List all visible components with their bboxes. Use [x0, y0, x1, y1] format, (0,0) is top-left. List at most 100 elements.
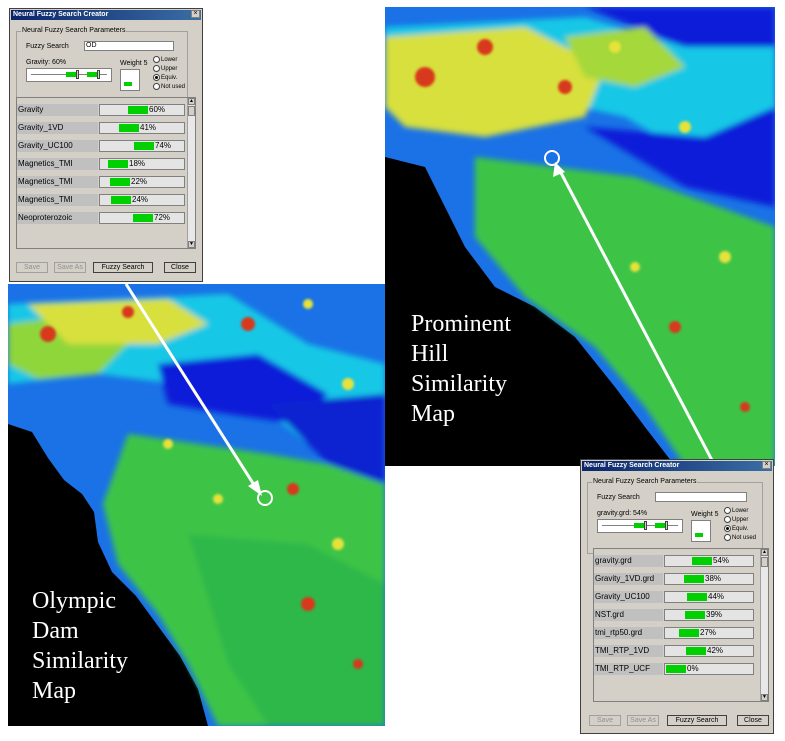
scroll-down-icon[interactable]: ▼	[761, 694, 768, 701]
fuzzy-search-input[interactable]	[655, 492, 747, 502]
weight-label: Weight 5	[691, 511, 719, 518]
radio-lower[interactable]: Lower	[153, 56, 177, 64]
similarity-bar	[685, 611, 705, 619]
scroll-up-icon[interactable]: ▲	[761, 549, 768, 556]
similarity-cell[interactable]: 42%	[664, 645, 754, 657]
save-as-button[interactable]: Save As	[627, 715, 659, 726]
slider-thumb-right[interactable]	[665, 521, 668, 530]
similarity-percent: 42%	[707, 646, 724, 655]
variable-name: tmi_rtp50.grd	[594, 627, 663, 639]
similarity-bar	[108, 160, 128, 168]
similarity-bar	[679, 629, 699, 637]
prominent-map-label: Prominent Hill Similarity Map	[411, 311, 511, 427]
radio-equiv[interactable]: Equiv.	[724, 525, 748, 533]
dialog-titlebar: Neural Fuzzy Search Creator	[11, 10, 201, 20]
close-button[interactable]: Close	[164, 262, 196, 273]
similarity-cell[interactable]: 60%	[99, 104, 185, 116]
weight-box[interactable]	[120, 69, 140, 91]
variable-name: TMI_RTP_UCF	[594, 663, 663, 675]
similarity-cell[interactable]: 27%	[664, 627, 754, 639]
similarity-cell[interactable]: 54%	[664, 555, 754, 567]
gravity-label: gravity.grd: 54%	[597, 510, 648, 517]
similarity-percent: 72%	[154, 213, 171, 222]
similarity-bar	[133, 214, 153, 222]
olympic-map-label: Olympic Dam Similarity Map	[32, 588, 128, 704]
similarity-percent: 24%	[132, 195, 149, 204]
variable-name: NST.grd	[594, 609, 663, 621]
similarity-cell[interactable]: 18%	[99, 158, 185, 170]
fuzzy-search-label: Fuzzy Search	[26, 43, 69, 50]
radio-equiv[interactable]: Equiv.	[153, 74, 177, 82]
radio-not-used[interactable]: Not used	[724, 534, 756, 542]
similarity-percent: 0%	[687, 664, 699, 673]
gravity-slider[interactable]	[26, 68, 112, 82]
radio-upper[interactable]: Upper	[724, 516, 748, 524]
dialog-titlebar: Neural Fuzzy Search Creator	[582, 461, 772, 471]
olympic-dam-similarity-map: Olympic Dam Similarity Map	[8, 284, 385, 726]
vertical-scrollbar[interactable]: ▲ ▼	[760, 549, 768, 701]
similarity-percent: 22%	[131, 177, 148, 186]
similarity-cell[interactable]: 0%	[664, 663, 754, 675]
radio-upper[interactable]: Upper	[153, 65, 177, 73]
similarity-cell[interactable]: 41%	[99, 122, 185, 134]
variable-list: gravity.grd 54% Gravity_1VD.grd 38% Gravity_…	[593, 548, 769, 702]
variable-name: Gravity_1VD.grd	[594, 573, 663, 585]
variable-name: Gravity_UC100	[17, 140, 98, 152]
similarity-bar	[692, 557, 712, 565]
variable-name: Gravity	[17, 104, 98, 116]
scroll-thumb[interactable]	[188, 106, 195, 116]
similarity-bar	[110, 178, 130, 186]
fuzzy-search-button[interactable]: Fuzzy Search	[667, 715, 727, 726]
similarity-bar	[684, 575, 704, 583]
weight-box[interactable]	[691, 520, 711, 542]
scroll-thumb[interactable]	[761, 557, 768, 567]
similarity-cell[interactable]: 44%	[664, 591, 754, 603]
similarity-bar	[687, 593, 707, 601]
slider-thumb-right[interactable]	[97, 70, 100, 79]
similarity-bar	[134, 142, 154, 150]
gravity-label: Gravity: 60%	[26, 59, 67, 66]
similarity-percent: 18%	[129, 159, 146, 168]
similarity-percent: 38%	[705, 574, 722, 583]
radio-not-used[interactable]: Not used	[153, 83, 185, 91]
fuzzy-search-label: Fuzzy Search	[597, 494, 640, 501]
similarity-cell[interactable]: 22%	[99, 176, 185, 188]
slider-thumb-left[interactable]	[644, 521, 647, 530]
radio-lower[interactable]: Lower	[724, 507, 748, 515]
variable-list: Gravity 60% Gravity_1VD 41% Gravity_UC100 74%…	[16, 97, 196, 249]
similarity-cell[interactable]: 38%	[664, 573, 754, 585]
slider-thumb-left[interactable]	[76, 70, 79, 79]
close-icon[interactable]: ×	[191, 10, 200, 18]
weight-label: Weight 5	[120, 60, 148, 67]
similarity-bar	[666, 665, 686, 673]
similarity-bar	[111, 196, 131, 204]
parameters-group-title: Neural Fuzzy Search Parameters	[21, 27, 127, 34]
similarity-cell[interactable]: 72%	[99, 212, 185, 224]
variable-name: Gravity_UC100	[594, 591, 663, 603]
scroll-down-icon[interactable]: ▼	[188, 241, 195, 248]
neural-fuzzy-search-dialog-top: Neural Fuzzy Search Creator × Neural Fuz…	[9, 8, 203, 282]
variable-name: gravity.grd	[594, 555, 663, 567]
similarity-cell[interactable]: 24%	[99, 194, 185, 206]
close-button[interactable]: Close	[737, 715, 769, 726]
vertical-scrollbar[interactable]: ▲ ▼	[187, 98, 195, 248]
similarity-cell[interactable]: 39%	[664, 609, 754, 621]
close-icon[interactable]: ×	[762, 461, 771, 469]
similarity-cell[interactable]: 74%	[99, 140, 185, 152]
variable-name: Magnetics_TMI	[17, 176, 98, 188]
save-as-button[interactable]: Save As	[54, 262, 86, 273]
gravity-slider[interactable]	[597, 519, 683, 533]
save-button[interactable]: Save	[16, 262, 48, 273]
similarity-percent: 27%	[700, 628, 717, 637]
variable-name: Magnetics_TMI	[17, 194, 98, 206]
parameters-group-title: Neural Fuzzy Search Parameters	[592, 478, 698, 485]
similarity-percent: 54%	[713, 556, 730, 565]
similarity-bar	[686, 647, 706, 655]
similarity-percent: 74%	[155, 141, 172, 150]
save-button[interactable]: Save	[589, 715, 621, 726]
similarity-bar	[128, 106, 148, 114]
similarity-percent: 44%	[708, 592, 725, 601]
fuzzy-search-button[interactable]: Fuzzy Search	[93, 262, 153, 273]
fuzzy-search-input[interactable]: OD	[84, 41, 174, 51]
scroll-up-icon[interactable]: ▲	[188, 98, 195, 105]
